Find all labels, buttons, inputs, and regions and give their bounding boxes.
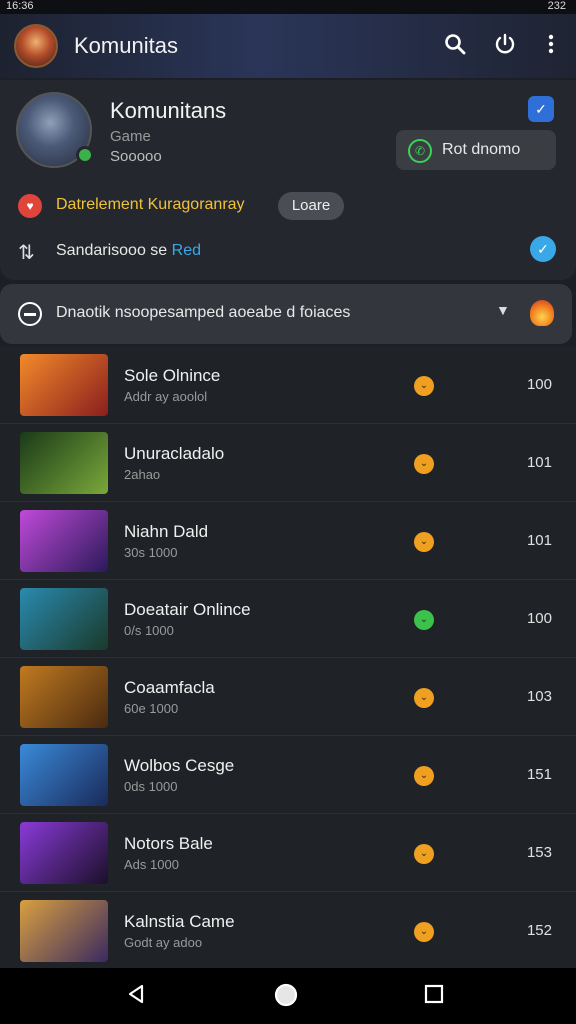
orange-status-icon[interactable]: ⌄ — [414, 688, 434, 708]
leave-pill-button[interactable]: Loare — [278, 192, 344, 220]
green-status-icon[interactable]: ⌄ — [414, 610, 434, 630]
profile-subtitle: Game — [110, 128, 151, 145]
game-thumbnail — [20, 354, 108, 416]
chevron-down-icon[interactable]: ▼ — [496, 302, 510, 318]
item-count: 152 — [526, 922, 552, 939]
profile-name: Komunitans — [110, 98, 227, 123]
game-list: Sole Olnince Addr ay aoolol ⌄ 100 Unuraclada… — [0, 346, 576, 970]
phone-icon: ✆ — [408, 139, 432, 163]
swap-icon: ⇅ — [18, 242, 35, 264]
game-thumbnail — [20, 666, 108, 728]
community-info-label: Sandarisooo se — [56, 242, 168, 259]
item-subtitle: 2ahao — [124, 467, 161, 482]
item-subtitle: 0ds 1000 — [124, 779, 178, 794]
orange-status-icon[interactable]: ⌄ — [414, 376, 434, 396]
game-thumbnail — [20, 822, 108, 884]
list-item[interactable]: Doeatair Onlince 0/s 1000 ⌄ 100 — [0, 580, 576, 658]
orange-status-icon[interactable]: ⌄ — [414, 532, 434, 552]
item-count: 153 — [526, 844, 552, 861]
list-item[interactable]: Unuracladalo 2ahao ⌄ 101 — [0, 424, 576, 502]
page-title: Komunitas — [74, 33, 178, 58]
item-title: Coaamfacla — [124, 678, 215, 697]
item-subtitle: Godt ay adoo — [124, 935, 203, 950]
item-title: Sole Olnince — [124, 366, 221, 385]
item-count: 101 — [526, 454, 552, 471]
profile-subtitle-2: Sooooo — [110, 148, 162, 165]
community-info-accent[interactable]: Red — [172, 242, 201, 259]
item-title: Notors Bale — [124, 834, 213, 853]
list-item[interactable]: Notors Bale Ads 1000 ⌄ 153 — [0, 814, 576, 892]
game-thumbnail — [20, 510, 108, 572]
verified-icon: ✓ — [528, 96, 554, 122]
list-item[interactable]: Sole Olnince Addr ay aoolol ⌄ 100 — [0, 346, 576, 424]
back-triangle-icon[interactable] — [122, 982, 150, 1010]
item-subtitle: 0/s 1000 — [124, 623, 174, 638]
heart-icon[interactable]: ♥ — [18, 194, 42, 218]
item-subtitle: 60e 1000 — [124, 701, 179, 716]
item-title: Niahn Dald — [124, 522, 209, 541]
item-title: Doeatair Onlince — [124, 600, 251, 619]
filter-dropdown[interactable]: Dnaotik nsoopesamped aoeabe d foiaces ▼ — [0, 284, 572, 344]
item-count: 101 — [526, 532, 552, 549]
search-icon[interactable] — [442, 32, 468, 58]
minus-circle-icon — [18, 302, 42, 326]
item-count: 100 — [526, 376, 552, 393]
home-circle-icon[interactable] — [272, 982, 300, 1010]
item-subtitle: Addr ay aoolol — [124, 389, 208, 404]
item-count: 100 — [526, 610, 552, 627]
list-item[interactable]: Niahn Dald 30s 1000 ⌄ 101 — [0, 502, 576, 580]
status-button[interactable]: ✆ Rot dnomo — [396, 130, 556, 170]
game-thumbnail — [20, 588, 108, 650]
item-subtitle: Ads 1000 — [124, 857, 179, 872]
list-item[interactable]: Wolbos Cesge 0ds 1000 ⌄ 151 — [0, 736, 576, 814]
item-title: Kalnstia Came — [124, 912, 235, 931]
game-thumbnail — [20, 432, 108, 494]
list-item[interactable]: Coaamfacla 60e 1000 ⌄ 103 — [0, 658, 576, 736]
orange-status-icon[interactable]: ⌄ — [414, 454, 434, 474]
status-right-text: 232 — [547, 0, 566, 12]
status-button-label: Rot dnomo — [442, 141, 521, 158]
community-avatar[interactable] — [14, 24, 58, 68]
orange-status-icon[interactable]: ⌄ — [414, 766, 434, 786]
list-item[interactable]: Kalnstia Came Godt ay adoo ⌄ 152 — [0, 892, 576, 970]
online-status-dot — [76, 146, 94, 164]
item-title: Wolbos Cesge — [124, 756, 235, 775]
filter-text: Dnaotik nsoopesamped aoeabe d foiaces — [56, 304, 351, 321]
item-title: Unuracladalo — [124, 444, 225, 463]
power-icon[interactable] — [492, 32, 518, 58]
profile-card: Komunitans Game Sooooo ✓ ✆ Rot dnomo ♥ D… — [0, 80, 576, 280]
game-thumbnail — [20, 900, 108, 962]
community-info-text: Sandarisooo se Red — [56, 242, 201, 260]
orange-status-icon[interactable]: ⌄ — [414, 844, 434, 864]
flame-icon[interactable] — [530, 300, 554, 326]
system-nav-bar — [0, 968, 576, 1024]
orange-status-icon[interactable]: ⌄ — [414, 922, 434, 942]
more-vert-icon[interactable] — [538, 32, 564, 58]
community-tagline: Datrelement Kuragoranray — [56, 196, 245, 213]
app-bar: Komunitas — [0, 14, 576, 78]
status-time: 16:36 — [6, 0, 34, 12]
check-icon[interactable]: ✓ — [530, 236, 556, 262]
game-thumbnail — [20, 744, 108, 806]
item-count: 103 — [526, 688, 552, 705]
recents-square-icon[interactable] — [420, 982, 448, 1010]
status-bar: 16:36 232 — [0, 0, 576, 14]
item-subtitle: 30s 1000 — [124, 545, 178, 560]
item-count: 151 — [526, 766, 552, 783]
